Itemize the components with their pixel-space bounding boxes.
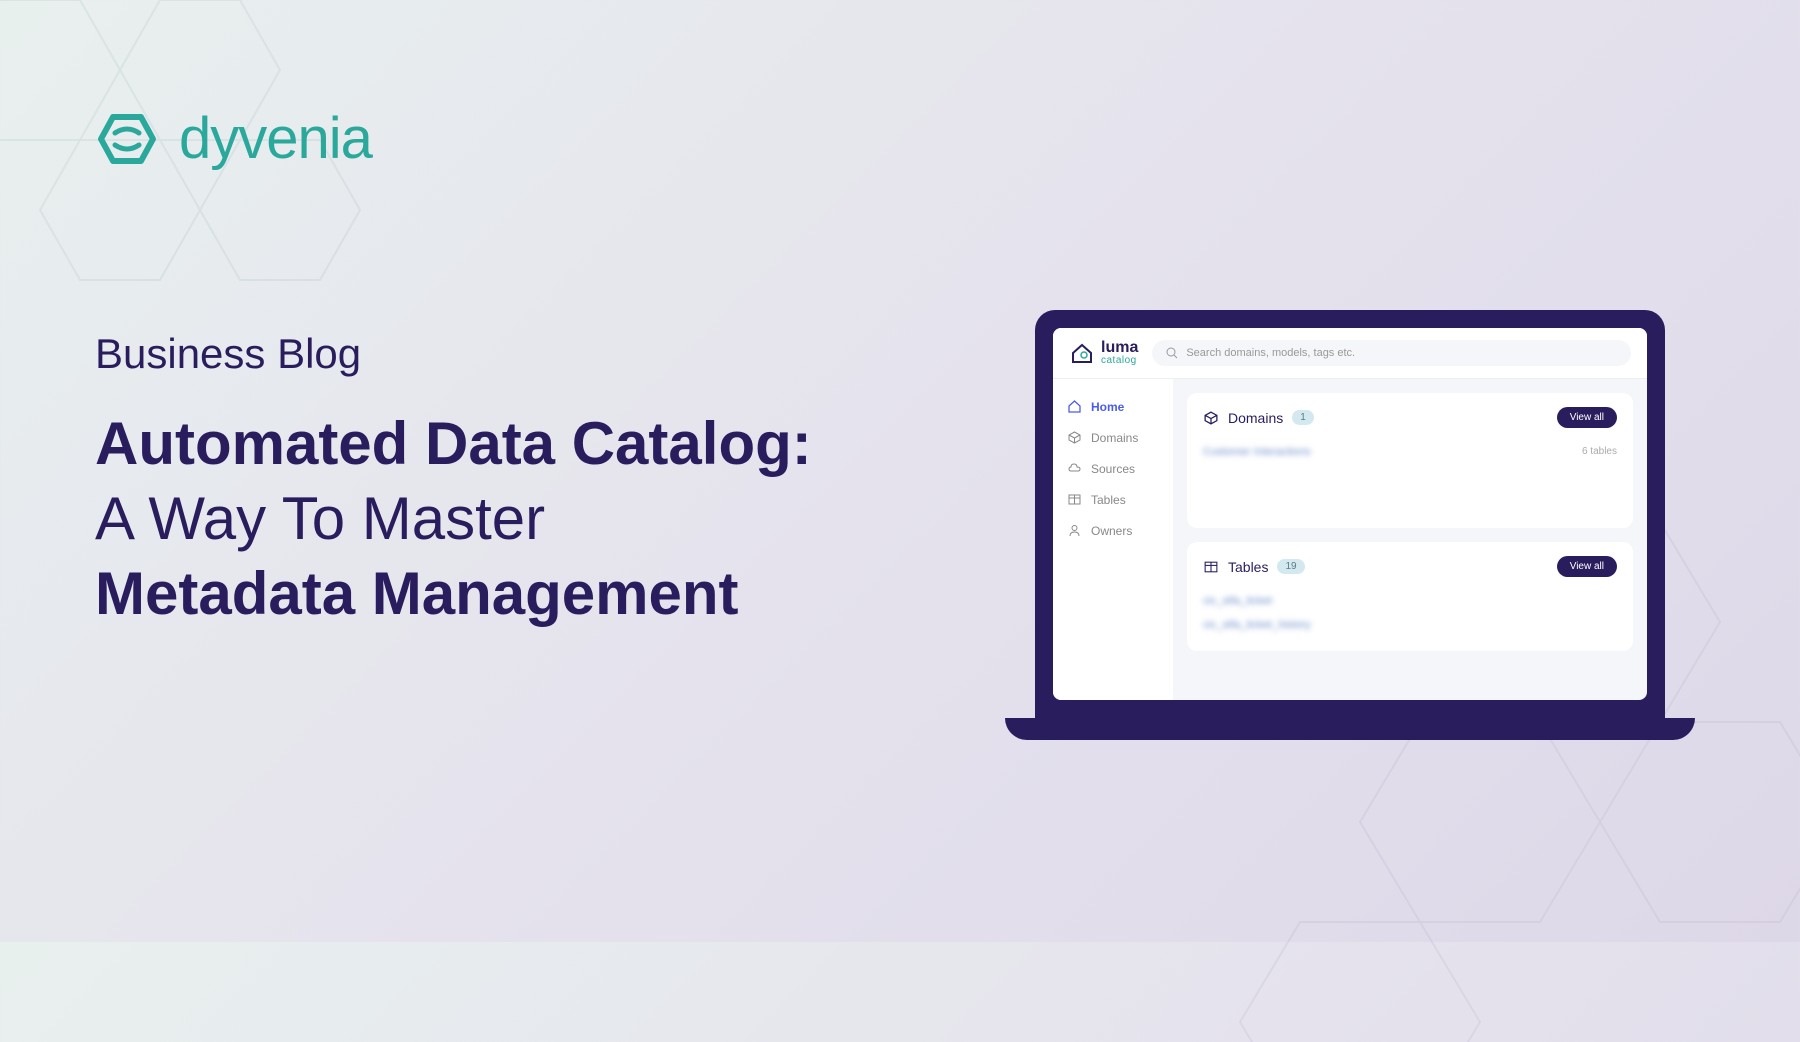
app-subtitle: catalog — [1101, 356, 1138, 366]
domains-card: Domains 1 View all Customer Interactions… — [1187, 393, 1633, 528]
cube-icon — [1203, 410, 1219, 426]
main-content: Domains 1 View all Customer Interactions… — [1173, 379, 1647, 700]
cloud-icon — [1067, 461, 1082, 476]
table-row[interactable]: cic_stfa_ticket — [1203, 589, 1617, 613]
nav-home[interactable]: Home — [1053, 391, 1173, 422]
tables-card: Tables 19 View all cic_stfa_ticket cic_s… — [1187, 542, 1633, 651]
user-icon — [1067, 523, 1082, 538]
table-icon — [1203, 559, 1219, 575]
blog-category: Business Blog — [95, 330, 812, 378]
hex-bg-left — [0, 0, 500, 350]
hexagon-logo-icon — [95, 107, 159, 171]
nav-sources[interactable]: Sources — [1053, 453, 1173, 484]
laptop-mockup: luma catalog Search domains, models, tag… — [1035, 310, 1665, 740]
brand-logo: dyvenia — [95, 105, 372, 172]
laptop-base — [1005, 718, 1695, 740]
domains-count-badge: 1 — [1292, 410, 1314, 425]
domains-view-all-button[interactable]: View all — [1557, 407, 1617, 428]
app-name: luma — [1101, 340, 1138, 356]
domains-title: Domains — [1228, 410, 1283, 426]
app-header: luma catalog Search domains, models, tag… — [1053, 328, 1647, 379]
tables-title: Tables — [1228, 559, 1268, 575]
laptop-screen: luma catalog Search domains, models, tag… — [1035, 310, 1665, 718]
house-lens-icon — [1069, 340, 1095, 366]
app-logo: luma catalog — [1069, 340, 1138, 366]
tables-view-all-button[interactable]: View all — [1557, 556, 1617, 577]
home-icon — [1067, 399, 1082, 414]
domain-row[interactable]: Customer Interactions 6 tables — [1203, 440, 1617, 464]
table-row[interactable]: cic_stfa_ticket_history — [1203, 613, 1617, 637]
brand-name: dyvenia — [179, 105, 372, 172]
search-icon — [1166, 347, 1178, 359]
sidebar: Home Domains Sources Tables — [1053, 379, 1173, 700]
cube-icon — [1067, 430, 1082, 445]
nav-tables[interactable]: Tables — [1053, 484, 1173, 515]
nav-domains[interactable]: Domains — [1053, 422, 1173, 453]
app-window: luma catalog Search domains, models, tag… — [1053, 328, 1647, 700]
blog-title: Automated Data Catalog: A Way To Master … — [95, 406, 812, 631]
search-input[interactable]: Search domains, models, tags etc. — [1152, 340, 1631, 366]
blog-heading-block: Business Blog Automated Data Catalog: A … — [95, 330, 812, 631]
table-icon — [1067, 492, 1082, 507]
tables-count-badge: 19 — [1277, 559, 1304, 574]
nav-owners[interactable]: Owners — [1053, 515, 1173, 546]
